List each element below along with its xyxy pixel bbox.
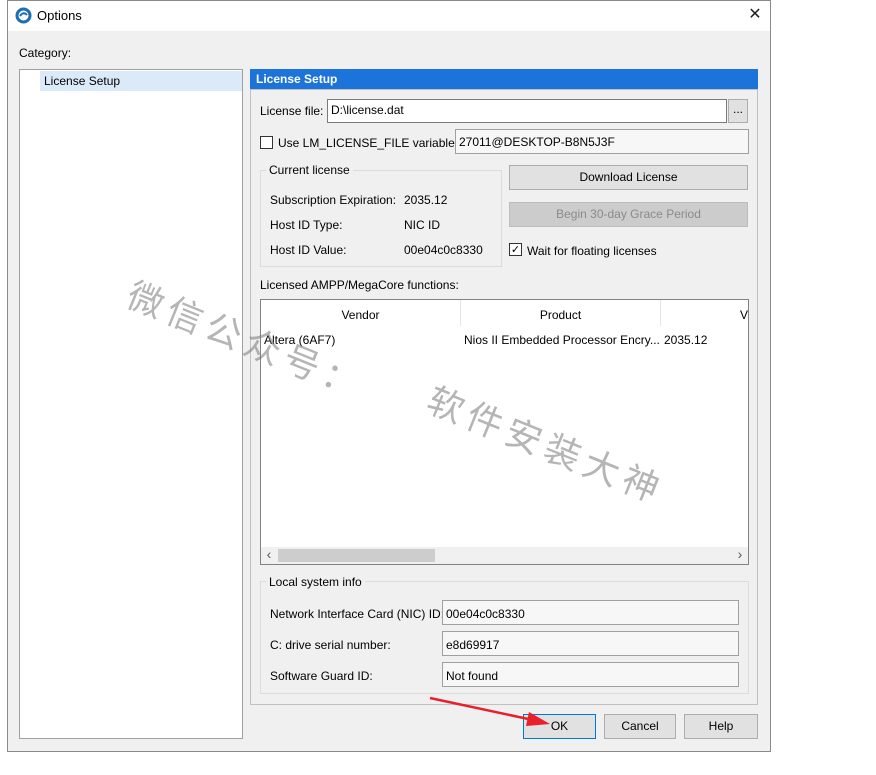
window-title: Options (37, 8, 82, 23)
functions-label: Licensed AMPP/MegaCore functions: (260, 278, 459, 292)
software-guard-field[interactable]: Not found (442, 662, 739, 687)
wait-floating-label: Wait for floating licenses (527, 244, 657, 258)
grace-period-button[interactable]: Begin 30-day Grace Period (509, 202, 748, 227)
category-label: Category: (19, 46, 72, 60)
host-id-value-label: Host ID Value: (270, 243, 347, 257)
close-icon[interactable]: ✕ (744, 4, 766, 26)
wait-floating-checkbox[interactable]: ✓ (509, 243, 522, 256)
lm-license-checkbox[interactable] (260, 136, 273, 149)
license-file-input[interactable]: D:\license.dat (327, 99, 727, 123)
scroll-right-icon[interactable]: › (733, 546, 747, 563)
software-guard-label: Software Guard ID: (270, 669, 373, 683)
cancel-button[interactable]: Cancel (604, 714, 676, 739)
lm-license-label: Use LM_LICENSE_FILE variable: (278, 136, 459, 150)
subscription-expiration-value: 2035.12 (404, 193, 448, 207)
category-tree[interactable] (19, 69, 243, 739)
column-header-vendor[interactable]: Vendor (261, 300, 461, 326)
host-id-type-value: NIC ID (404, 218, 440, 232)
panel-header: License Setup (250, 69, 758, 89)
license-file-label: License file: (260, 104, 324, 118)
app-icon (15, 7, 32, 24)
subscription-expiration-label: Subscription Expiration: (270, 193, 397, 207)
help-button[interactable]: Help (684, 714, 758, 739)
column-header-product[interactable]: Product (461, 300, 661, 326)
drive-serial-label: C: drive serial number: (270, 638, 391, 652)
host-id-type-label: Host ID Type: (270, 218, 343, 232)
download-license-button[interactable]: Download License (509, 165, 748, 190)
cell-version[interactable]: 2035.12 (664, 333, 707, 347)
nic-id-label: Network Interface Card (NIC) ID: (270, 607, 445, 621)
scrollbar-thumb[interactable] (278, 549, 435, 562)
drive-serial-field[interactable]: e8d69917 (442, 631, 739, 656)
current-license-title: Current license (266, 163, 353, 177)
annotation-arrow (429, 696, 550, 726)
lm-license-field[interactable]: 27011@DESKTOP-B8N5J3F (455, 129, 749, 154)
category-item-license-setup[interactable]: License Setup (40, 71, 242, 91)
local-info-title: Local system info (266, 575, 365, 589)
browse-button[interactable]: ... (728, 99, 748, 123)
host-id-value-value: 00e04c0c8330 (404, 243, 483, 257)
nic-id-field[interactable]: 00e04c0c8330 (442, 600, 739, 625)
column-header-version[interactable]: V (661, 300, 748, 326)
scroll-left-icon[interactable]: ‹ (262, 546, 276, 563)
cell-product[interactable]: Nios II Embedded Processor Encry... (464, 333, 660, 347)
title-bar[interactable] (8, 1, 770, 31)
